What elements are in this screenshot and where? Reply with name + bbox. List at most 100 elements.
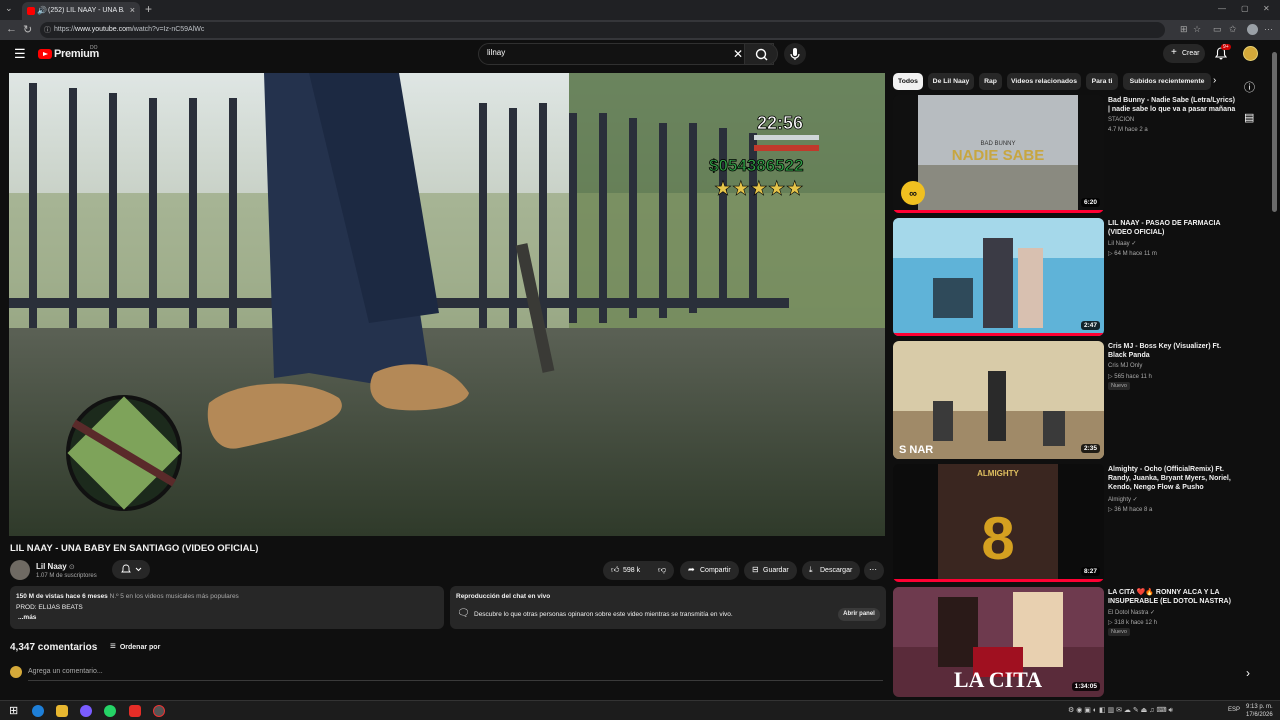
edge-icon[interactable] (32, 705, 44, 717)
channel-name[interactable]: Lil Naay ⊙ (36, 562, 75, 571)
notification-bell-button[interactable] (112, 560, 150, 579)
dislike-button[interactable]: 👎︎ (658, 565, 666, 575)
close-tab-icon[interactable]: × (130, 5, 135, 15)
minimize-icon[interactable]: — (1218, 4, 1226, 13)
recommendation-title[interactable]: LA CITA ❤️🔥 RONNY ALCA Y LA INSUPERABLE … (1108, 588, 1236, 606)
plus-icon: + (1171, 47, 1177, 58)
chip-para-ti[interactable]: Para ti (1086, 73, 1118, 90)
voice-search-button[interactable] (784, 43, 806, 65)
site-info-icon[interactable]: ⓘ (44, 25, 51, 35)
system-tray[interactable]: ⚙ ◉ ▣ ◐ ◧ ▥ ✉ ☁ ✎ ⏏ ♫ ⌨ 🔊︎ (1068, 706, 1173, 715)
share-button[interactable]: ➦ Compartir (680, 561, 739, 580)
svg-text:22:56: 22:56 (757, 113, 803, 133)
recommendation-channel[interactable]: Cris MJ Only (1108, 363, 1142, 369)
chevron-right-icon[interactable]: › (1213, 75, 1216, 86)
recommendation-channel[interactable]: Almighty ✓ (1108, 496, 1138, 503)
recommendation-channel[interactable]: Lil Naay ✓ (1108, 240, 1136, 247)
clock-time: 9:13 p. m. (1246, 704, 1273, 710)
chip-de-lil-naay[interactable]: De Lil Naay (928, 73, 974, 90)
recommendation-thumbnail[interactable]: ALMIGHTY 8 8:27 (893, 464, 1104, 582)
notifications-button[interactable]: 9+ (1214, 44, 1231, 65)
recommendation-meta: ▷ 36 M hace 8 a (1108, 507, 1153, 513)
like-button[interactable]: 👍︎ (611, 565, 619, 575)
recommendation-thumbnail[interactable]: LA CITA 1:34:05 (893, 587, 1104, 697)
more-actions-button[interactable]: ⋯ (864, 561, 884, 580)
video-frame: 22:56 $054386522 ★★★★★ (9, 73, 885, 536)
download-label: Descargar (820, 567, 853, 574)
discord-icon[interactable] (80, 705, 92, 717)
browser-tab[interactable]: 🔊 (252) LIL NAAY - UNA BABY E × (22, 2, 140, 20)
comment-icon[interactable]: ▤ (1244, 111, 1254, 124)
back-icon[interactable]: ← (6, 23, 17, 35)
sort-icon: ≡ (110, 641, 116, 652)
recommendation-channel[interactable]: El Dotol Nastra ✓ (1108, 609, 1155, 616)
search-input[interactable] (487, 48, 727, 57)
youtube-app-icon[interactable] (129, 705, 141, 717)
recommendation-title[interactable]: LIL NAAY - PASAO DE FARMACIA (VIDEO OFIC… (1108, 219, 1236, 237)
recommendation-title[interactable]: Almighty - Ocho (OfficialRemix) Ft. Rand… (1108, 465, 1236, 492)
description-stats: 150 M de vistas hace 6 meses N.º 5 en lo… (16, 593, 239, 600)
thumbnail-image: LA CITA (893, 587, 1104, 697)
browser-menu-icon[interactable]: ⋯ (1264, 24, 1273, 35)
save-button[interactable]: ⊟ Guardar (744, 561, 797, 580)
svg-text:★★★★★: ★★★★★ (714, 178, 804, 200)
channel-avatar[interactable] (10, 560, 30, 580)
comments-count: 4,347 comentarios (10, 642, 98, 653)
file-explorer-icon[interactable] (56, 705, 68, 717)
add-comment-input[interactable]: Agrega un comentario... (28, 668, 103, 675)
chip-videos-relacionados[interactable]: Videos relacionados (1007, 73, 1081, 90)
chevron-right-icon[interactable]: › (1246, 666, 1250, 680)
thumbnail-image: S NAR (893, 341, 1104, 459)
url-input[interactable]: ⓘ https://www.youtube.com/watch?v=Iz-nC5… (40, 22, 1165, 38)
system-clock[interactable]: 9:13 p. m. 17/6/2026 (1246, 703, 1273, 719)
chip-todos[interactable]: Todos (893, 73, 923, 90)
recommendation-title[interactable]: Bad Bunny - Nadie Sabe (Letra/Lyrics) | … (1108, 96, 1236, 114)
account-avatar[interactable] (1243, 46, 1258, 61)
new-tab-button[interactable]: + (145, 2, 152, 16)
video-player[interactable]: 22:56 $054386522 ★★★★★ (9, 73, 885, 536)
windows-start-icon[interactable]: ⊞ (9, 704, 18, 717)
install-app-icon[interactable]: ⊞ (1180, 24, 1188, 35)
description-more[interactable]: ...más (18, 614, 36, 621)
app-icon[interactable] (153, 705, 165, 717)
save-label: Guardar (763, 567, 789, 574)
tab-search-icon[interactable]: ⌄ (5, 3, 13, 14)
chip-subidos-recientemente[interactable]: Subidos recientemente (1123, 73, 1211, 90)
favorites-icon[interactable]: ✩ (1229, 24, 1237, 35)
open-panel-button[interactable]: Abrir panel (838, 608, 880, 621)
speaker-icon[interactable]: 🔊 (37, 6, 47, 15)
browser-profile-avatar[interactable] (1247, 24, 1258, 35)
new-badge: Nuevo (1108, 382, 1130, 390)
thumbnail-image (893, 218, 1104, 336)
recommendation-thumbnail[interactable]: S NAR 2:35 (893, 341, 1104, 459)
sort-button[interactable]: ≡ Ordenar por (110, 641, 160, 652)
close-window-icon[interactable]: ✕ (1263, 4, 1270, 13)
share-label: Compartir (700, 567, 731, 574)
recommendation-title[interactable]: Cris MJ - Boss Key (Visualizer) Ft. Blac… (1108, 342, 1236, 360)
chat-description: Descubre lo que otras personas opinaron … (474, 611, 733, 618)
browser-tab-bar: ⌄ 🔊 (252) LIL NAAY - UNA BABY E × + — ▢ … (0, 0, 1280, 20)
bookmark-icon: ⊟ (752, 565, 759, 574)
recommendation-thumbnail[interactable]: BAD BUNNY NADIE SABE ∞ 6:20 (893, 95, 1104, 213)
user-avatar (10, 666, 22, 678)
info-icon[interactable]: ⓘ (1244, 79, 1255, 95)
clear-search-icon[interactable]: ✕ (733, 47, 743, 61)
chip-rap[interactable]: Rap (979, 73, 1002, 90)
thumbnail-image: BAD BUNNY NADIE SABE ∞ (893, 95, 1104, 213)
split-view-icon[interactable]: ▭ (1213, 24, 1222, 35)
recommendation-channel[interactable]: STACION (1108, 117, 1134, 123)
chat-icon: 🗨︎ (457, 608, 470, 619)
description-box[interactable]: 150 M de vistas hace 6 meses N.º 5 en lo… (10, 586, 444, 629)
whatsapp-icon[interactable] (104, 705, 116, 717)
share-icon: ➦ (688, 565, 695, 574)
language-indicator[interactable]: ESP (1228, 707, 1240, 713)
create-button[interactable]: + Crear (1163, 44, 1205, 63)
reload-icon[interactable]: ↻ (23, 23, 32, 36)
maximize-icon[interactable]: ▢ (1241, 4, 1249, 13)
menu-icon[interactable]: ☰ (14, 46, 26, 62)
download-button[interactable]: ⤓ Descargar (802, 561, 860, 580)
search-button[interactable] (744, 43, 778, 65)
recommendation-thumbnail[interactable]: 2:47 (893, 218, 1104, 336)
bookmark-star-icon[interactable]: ☆ (1193, 24, 1201, 35)
scrollbar-thumb[interactable] (1272, 52, 1277, 212)
